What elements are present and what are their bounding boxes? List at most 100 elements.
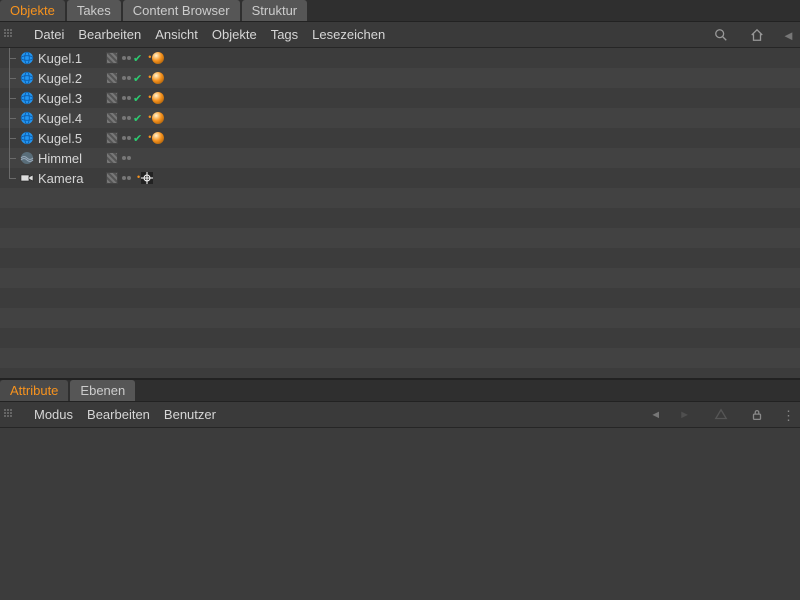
sphere-icon [20, 111, 34, 125]
tab-top-takes[interactable]: Takes [67, 0, 121, 21]
layer-toggle[interactable] [106, 52, 118, 64]
empty-row [0, 348, 800, 368]
tag-dot-icon: • [137, 172, 140, 184]
visibility-dots[interactable] [122, 56, 131, 60]
check-icon: ✔ [133, 112, 142, 125]
menu-bearbeiten[interactable]: Bearbeiten [78, 27, 141, 42]
search-icon[interactable] [714, 28, 728, 42]
sky-icon [20, 151, 34, 165]
tag-dot-icon: • [148, 52, 151, 64]
check-icon: ✔ [133, 132, 142, 145]
check-icon: ✔ [133, 92, 142, 105]
object-row-kugel-1[interactable]: Kugel.1 ✔ • [0, 48, 800, 68]
target-tag-icon[interactable] [141, 172, 153, 184]
tree-branch-icon [4, 108, 16, 128]
tree-branch-icon [4, 88, 16, 108]
tab-top-struktur[interactable]: Struktur [242, 0, 308, 21]
tag-dot-icon: • [148, 72, 151, 84]
empty-row [0, 188, 800, 208]
empty-row [0, 228, 800, 248]
visibility-dots[interactable] [122, 76, 131, 80]
tree-branch-icon [4, 148, 16, 168]
object-row-kugel-3[interactable]: Kugel.3 ✔ • [0, 88, 800, 108]
tab-bottom-attribute[interactable]: Attribute [0, 380, 68, 401]
menu-bearbeiten[interactable]: Bearbeiten [87, 407, 150, 422]
empty-row [0, 208, 800, 228]
objects-menubar: Datei Bearbeiten Ansicht Objekte Tags Lesezei… [0, 22, 800, 48]
object-row-kugel-2[interactable]: Kugel.2 ✔ • [0, 68, 800, 88]
menu-ansicht[interactable]: Ansicht [155, 27, 198, 42]
tree-branch-icon [4, 68, 16, 88]
check-icon: ✔ [133, 72, 142, 85]
tree-branch-icon [4, 128, 16, 148]
sphere-icon [20, 71, 34, 85]
tag-dot-icon: • [148, 132, 151, 144]
tab-top-objekte[interactable]: Objekte [0, 0, 65, 21]
object-name[interactable]: Kugel.1 [38, 51, 98, 66]
object-name[interactable]: Kamera [38, 171, 98, 186]
layer-toggle[interactable] [106, 152, 118, 164]
grip-icon[interactable] [4, 29, 16, 41]
visibility-dots[interactable] [122, 176, 131, 180]
menu-tags[interactable]: Tags [271, 27, 298, 42]
sphere-icon [20, 51, 34, 65]
object-name[interactable]: Kugel.2 [38, 71, 98, 86]
menu-datei[interactable]: Datei [34, 27, 64, 42]
menu-benutzer[interactable]: Benutzer [164, 407, 216, 422]
layer-toggle[interactable] [106, 132, 118, 144]
layer-toggle[interactable] [106, 172, 118, 184]
phong-tag-icon[interactable] [152, 132, 164, 144]
tree-branch-icon [4, 168, 16, 188]
tab-bottom-ebenen[interactable]: Ebenen [70, 380, 135, 401]
object-row-kugel-5[interactable]: Kugel.5 ✔ • [0, 128, 800, 148]
sphere-icon [20, 91, 34, 105]
phong-tag-icon[interactable] [152, 92, 164, 104]
layer-toggle[interactable] [106, 92, 118, 104]
menu-modus[interactable]: Modus [34, 407, 73, 422]
object-name[interactable]: Himmel [38, 151, 98, 166]
history-fwd-icon[interactable]: ► [679, 409, 690, 421]
empty-row [0, 268, 800, 288]
attribute-menubar: Modus Bearbeiten Benutzer ◄ ► ⋮ [0, 402, 800, 428]
object-row-himmel[interactable]: Himmel [0, 148, 800, 168]
phong-tag-icon[interactable] [152, 72, 164, 84]
objects-tree-panel: Kugel.1✔•Kugel.2✔•Kugel.3✔•Kugel.4✔•Kuge… [0, 48, 800, 378]
check-icon: ✔ [133, 52, 142, 65]
lock-icon[interactable] [750, 408, 764, 422]
chevron-left-icon[interactable]: ◄ [782, 28, 796, 42]
object-row-kugel-4[interactable]: Kugel.4 ✔ • [0, 108, 800, 128]
home-icon[interactable] [750, 28, 764, 42]
lower-panel: AttributeEbenen Modus Bearbeiten Benutzer … [0, 378, 800, 600]
object-name[interactable]: Kugel.3 [38, 91, 98, 106]
phong-tag-icon[interactable] [152, 52, 164, 64]
empty-row [0, 308, 800, 328]
tag-dot-icon: • [148, 112, 151, 124]
bottom-tab-bar: AttributeEbenen [0, 380, 800, 402]
object-name[interactable]: Kugel.5 [38, 131, 98, 146]
phong-tag-icon[interactable] [152, 112, 164, 124]
layer-toggle[interactable] [106, 72, 118, 84]
visibility-dots[interactable] [122, 116, 131, 120]
sphere-icon [20, 131, 34, 145]
object-name[interactable]: Kugel.4 [38, 111, 98, 126]
object-row-kamera[interactable]: Kamera • [0, 168, 800, 188]
tree-branch-icon [4, 48, 16, 68]
visibility-dots[interactable] [122, 136, 131, 140]
grip-icon[interactable] [4, 409, 16, 421]
camera-icon [20, 171, 34, 185]
up-icon[interactable] [714, 408, 728, 422]
more-icon[interactable]: ⋮ [782, 408, 796, 422]
tab-top-content-browser[interactable]: Content Browser [123, 0, 240, 21]
empty-row [0, 288, 800, 308]
menu-lesezeichen[interactable]: Lesezeichen [312, 27, 385, 42]
menu-objekte[interactable]: Objekte [212, 27, 257, 42]
empty-row [0, 248, 800, 268]
attribute-body [0, 428, 800, 600]
history-back-icon[interactable]: ◄ [650, 409, 661, 421]
visibility-dots[interactable] [122, 96, 131, 100]
tag-dot-icon: • [148, 92, 151, 104]
layer-toggle[interactable] [106, 112, 118, 124]
top-tab-bar: ObjekteTakesContent BrowserStruktur [0, 0, 800, 22]
visibility-dots[interactable] [122, 156, 131, 160]
empty-row [0, 328, 800, 348]
